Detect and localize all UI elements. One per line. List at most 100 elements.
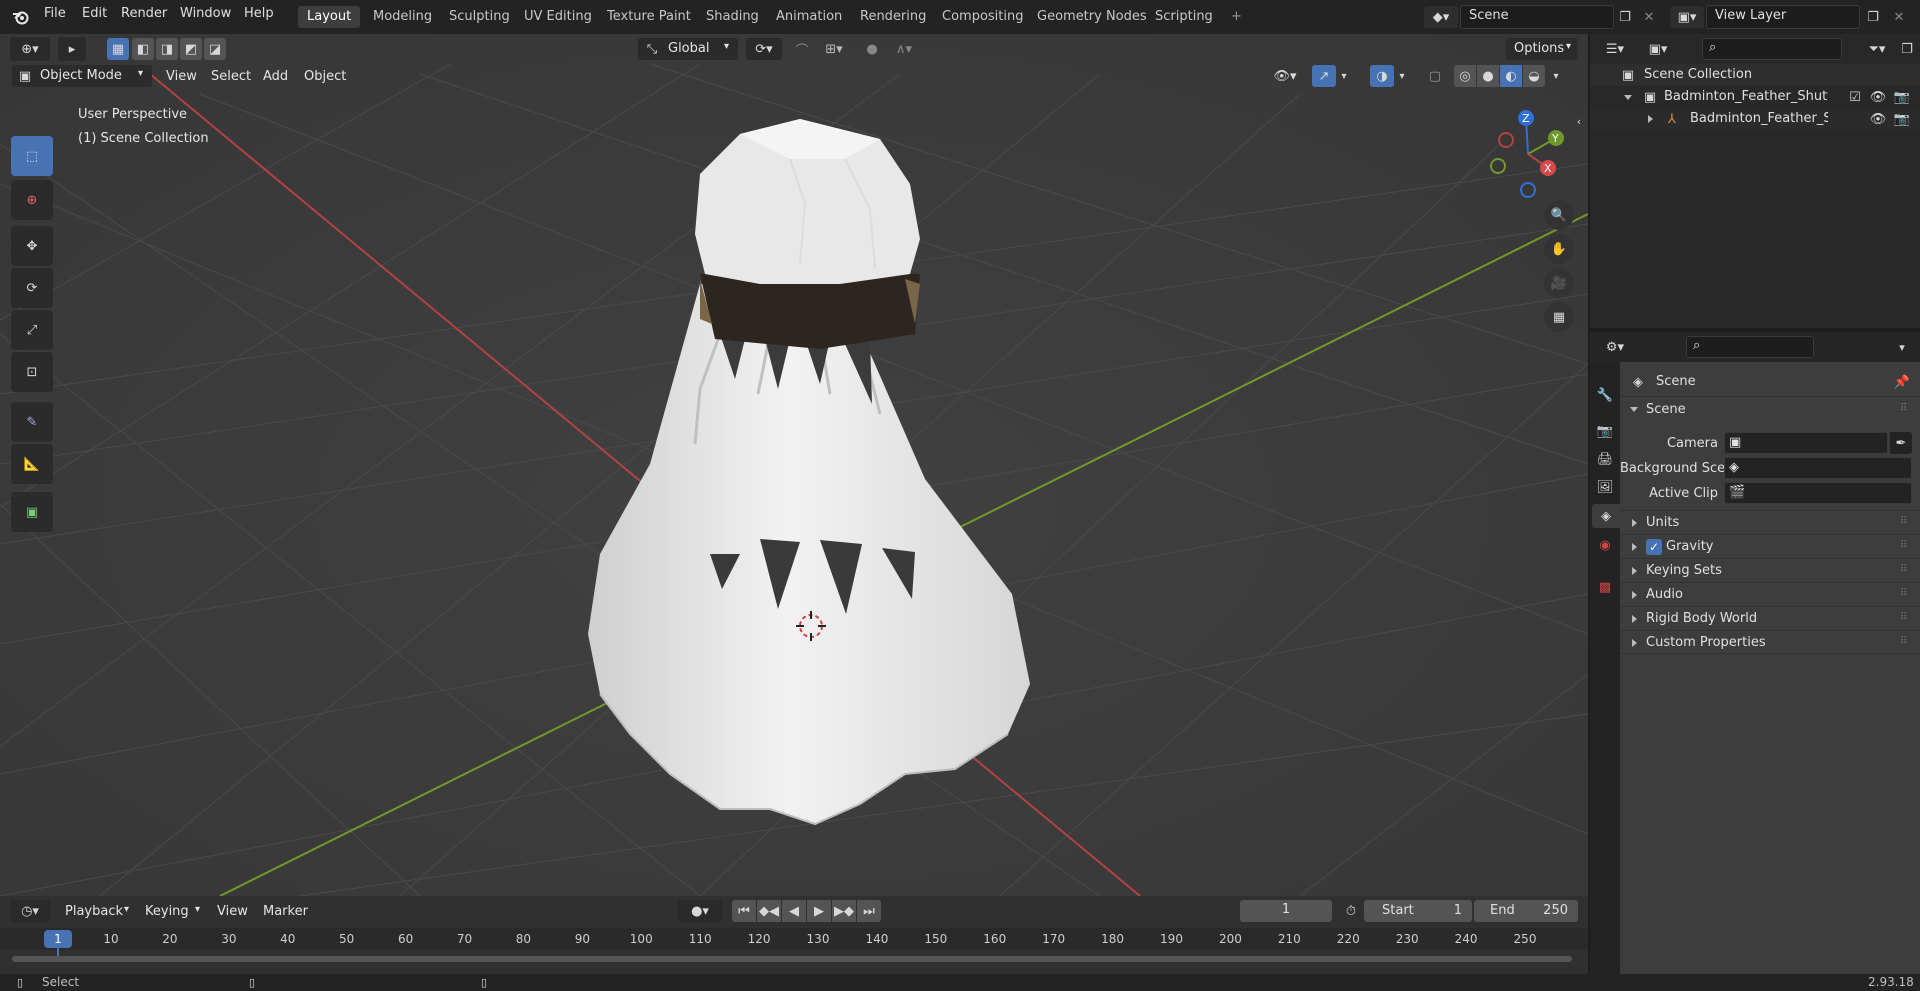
tab-scripting[interactable]: Scripting — [1146, 6, 1222, 28]
transform-tool[interactable]: ⊡ — [11, 352, 53, 392]
rigid-body-world-panel-header[interactable]: Rigid Body World ⠿ — [1620, 606, 1920, 630]
rendered-shading-icon[interactable]: ◒ — [1523, 65, 1545, 87]
drag-handle-icon[interactable]: ⠿ — [1900, 540, 1907, 551]
output-tab-icon[interactable]: 🖨 — [1594, 448, 1616, 470]
tab-sculpting[interactable]: Sculpting — [440, 6, 519, 28]
options-dropdown[interactable]: Options ▾ — [1506, 38, 1578, 60]
material-shading-icon[interactable]: ◐ — [1500, 65, 1522, 87]
add-workspace-button[interactable]: + — [1222, 6, 1251, 28]
add-cube-tool[interactable]: ▣ — [11, 492, 53, 532]
chevron-down-icon[interactable]: ▾ — [1892, 336, 1912, 358]
new-collection-icon[interactable]: ❐ — [1896, 38, 1918, 60]
visibility-icon[interactable]: 👁▾ — [1268, 65, 1302, 87]
timeline-menu-playback[interactable]: Playback — [65, 904, 123, 919]
outliner-row-collection[interactable]: ▣ Badminton_Feather_Shuttlec ☑ 👁 📷 — [1590, 86, 1920, 108]
pivot-point-icon[interactable]: ⟳▾ — [746, 38, 782, 60]
jump-start-icon[interactable]: ⏮ — [732, 900, 756, 922]
zoom-icon[interactable]: 🔍 — [1544, 200, 1574, 230]
texture-tab-icon[interactable]: ▩ — [1594, 576, 1616, 598]
drag-handle-icon[interactable]: ⠿ — [1900, 636, 1907, 647]
expand-arrow-icon[interactable] — [1624, 95, 1632, 100]
outliner-editor-type-icon[interactable]: ☰▾ — [1598, 38, 1632, 60]
select-subtract-icon[interactable]: ◨ — [156, 38, 178, 60]
menu-window[interactable]: Window — [180, 6, 231, 21]
editor-type-icon[interactable]: ⊕▾ — [10, 37, 50, 61]
solid-shading-icon[interactable]: ● — [1477, 65, 1499, 87]
scale-tool[interactable]: ⤢ — [11, 310, 53, 350]
rotate-tool[interactable]: ⟳ — [11, 268, 53, 308]
mode-dropdown[interactable]: ▣ Object Mode ▾ — [12, 65, 152, 87]
select-intersect-icon[interactable]: ◪ — [204, 38, 226, 60]
camera-icon[interactable]: 📷 — [1892, 110, 1912, 128]
properties-search-input[interactable]: ⌕ — [1686, 336, 1814, 358]
select-box-tool[interactable]: ⬚ — [11, 136, 53, 176]
falloff-icon[interactable]: ∧▾ — [886, 38, 922, 60]
snap-target-icon[interactable]: ⊞▾ — [816, 38, 852, 60]
delete-scene-icon[interactable]: ✕ — [1638, 6, 1660, 28]
navigation-gizmo[interactable]: Z Y X — [1480, 104, 1576, 204]
units-panel-header[interactable]: Units ⠿ — [1620, 510, 1920, 534]
viewport-menu-view[interactable]: View — [166, 69, 197, 84]
transform-orientation-dropdown[interactable]: ⤡ Global ▾ — [638, 38, 738, 60]
custom-properties-panel-header[interactable]: Custom Properties ⠿ — [1620, 630, 1920, 654]
timeline-menu-view[interactable]: View — [217, 904, 248, 919]
move-tool[interactable]: ✥ — [11, 226, 53, 266]
cursor-tool[interactable]: ⊕ — [11, 180, 53, 220]
audio-panel-header[interactable]: Audio ⠿ — [1620, 582, 1920, 606]
3d-viewport[interactable]: ⊕▾ ▸ ▦ ◧ ◨ ◩ ◪ ⤡ Global ▾ ⟳▾ ⌒ ⊞▾ ● ∧▾ O… — [0, 34, 1588, 896]
gizmo-menu-icon[interactable]: ▾ — [1336, 65, 1352, 87]
next-keyframe-icon[interactable]: ▶◆ — [832, 900, 856, 922]
collapse-sidebar-icon[interactable]: ‹ — [1572, 112, 1586, 130]
gravity-panel-header[interactable]: ✓ Gravity ⠿ — [1620, 534, 1920, 558]
timeline-scrollbar[interactable] — [12, 956, 1572, 962]
select-tool-icon[interactable]: ▸ — [58, 37, 86, 61]
filter-icon[interactable]: ⏷▾ — [1860, 38, 1894, 60]
wireframe-shading-icon[interactable]: ◎ — [1454, 65, 1476, 87]
eye-icon[interactable]: 👁 — [1868, 88, 1888, 106]
camera-field[interactable]: ▣ — [1724, 432, 1888, 454]
tab-compositing[interactable]: Compositing — [933, 6, 1033, 28]
world-tab-icon[interactable]: ◉ — [1594, 534, 1616, 556]
tab-animation[interactable]: Animation — [767, 6, 851, 28]
view-layer-icon[interactable]: ▣▾ — [1670, 6, 1704, 28]
select-new-icon[interactable]: ▦ — [107, 38, 129, 60]
blender-logo-icon[interactable] — [10, 7, 32, 27]
camera-view-icon[interactable]: 🎥 — [1544, 268, 1574, 298]
overlays-menu-icon[interactable]: ▾ — [1394, 65, 1410, 87]
snap-toggle-icon[interactable]: ⌒ — [790, 38, 814, 60]
render-tab-icon[interactable]: 📷 — [1594, 420, 1616, 442]
menu-edit[interactable]: Edit — [82, 6, 107, 21]
viewport-menu-add[interactable]: Add — [263, 69, 288, 84]
drag-handle-icon[interactable]: ⠿ — [1900, 564, 1907, 575]
active-clip-field[interactable]: 🎬 — [1724, 482, 1912, 504]
gravity-checkbox[interactable]: ✓ — [1646, 539, 1662, 555]
perspective-grid-icon[interactable]: ▦ — [1544, 302, 1574, 332]
tab-geometry-nodes[interactable]: Geometry Nodes — [1028, 6, 1156, 28]
record-icon[interactable]: ●▾ — [678, 900, 722, 922]
tab-uv-editing[interactable]: UV Editing — [515, 6, 601, 28]
tab-layout[interactable]: Layout — [298, 6, 361, 28]
play-reverse-icon[interactable]: ◀ — [782, 900, 806, 922]
menu-help[interactable]: Help — [244, 6, 274, 21]
tab-texture-paint[interactable]: Texture Paint — [598, 6, 700, 28]
properties-editor-type-icon[interactable]: ⚙▾ — [1598, 336, 1632, 358]
timeline-menu-marker[interactable]: Marker — [263, 904, 308, 919]
drag-handle-icon[interactable]: ⠿ — [1900, 516, 1907, 527]
shading-menu-icon[interactable]: ▾ — [1548, 65, 1564, 87]
select-extend-icon[interactable]: ◧ — [132, 38, 154, 60]
scene-collection-row[interactable]: ▣ Scene Collection — [1590, 64, 1920, 86]
xray-toggle-icon[interactable]: ▢ — [1424, 65, 1446, 87]
timeline-menu-keying[interactable]: Keying — [145, 904, 189, 919]
scene-icon[interactable]: ◆▾ — [1424, 6, 1458, 28]
menu-file[interactable]: File — [44, 6, 66, 21]
select-difference-icon[interactable]: ◩ — [180, 38, 202, 60]
drag-handle-icon[interactable]: ⠿ — [1900, 403, 1907, 414]
viewport-menu-select[interactable]: Select — [211, 69, 251, 84]
scene-panel-header[interactable]: Scene ⠿ — [1620, 396, 1920, 422]
display-mode-icon[interactable]: ▣▾ — [1640, 38, 1676, 60]
menu-render[interactable]: Render — [121, 6, 167, 21]
new-scene-icon[interactable]: ❐ — [1614, 6, 1636, 28]
measure-tool[interactable]: 📐 — [11, 444, 53, 484]
start-frame-field[interactable]: Start 1 — [1364, 900, 1472, 922]
expand-arrow-icon[interactable] — [1648, 115, 1653, 123]
